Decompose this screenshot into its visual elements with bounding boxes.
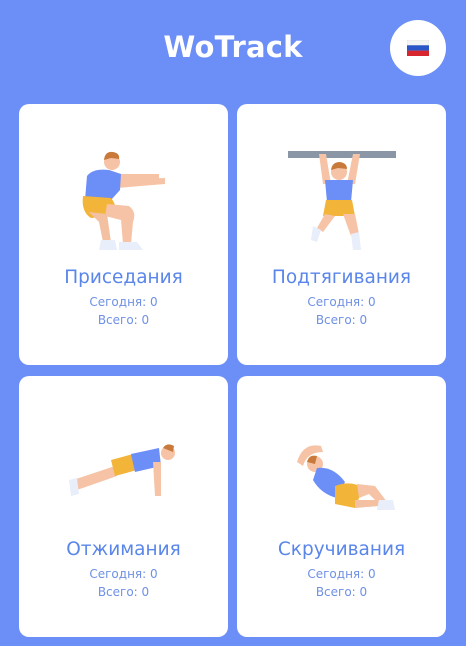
- today-count: Сегодня: 0: [89, 567, 158, 581]
- total-count: Всего: 0: [315, 585, 368, 599]
- today-count: Сегодня: 0: [307, 295, 376, 309]
- total-count: Всего: 0: [97, 313, 150, 327]
- exercise-title: Отжимания: [66, 539, 181, 560]
- total-count: Всего: 0: [315, 313, 368, 327]
- today-count: Сегодня: 0: [89, 295, 158, 309]
- today-count: Сегодня: 0: [307, 567, 376, 581]
- squat-icon: [82, 151, 165, 250]
- exercise-card-pullups[interactable]: Подтягивания Сегодня: 0 Всего: 0: [237, 104, 446, 365]
- pullup-icon: [288, 151, 396, 250]
- app-header: WoTrack: [0, 0, 466, 100]
- exercise-title: Приседания: [64, 267, 183, 288]
- exercise-card-crunches[interactable]: Скручивания Сегодня: 0 Всего: 0: [237, 376, 446, 637]
- russian-flag-icon: [407, 40, 429, 56]
- pushup-icon: [69, 444, 175, 496]
- exercise-card-squats[interactable]: Приседания Сегодня: 0 Всего: 0: [19, 104, 228, 365]
- total-count: Всего: 0: [97, 585, 150, 599]
- exercise-title: Скручивания: [277, 539, 406, 560]
- exercise-title: Подтягивания: [271, 267, 412, 288]
- crunch-icon: [297, 445, 395, 510]
- language-button[interactable]: [390, 20, 446, 76]
- exercise-card-pushups[interactable]: Отжимания Сегодня: 0 Всего: 0: [19, 376, 228, 637]
